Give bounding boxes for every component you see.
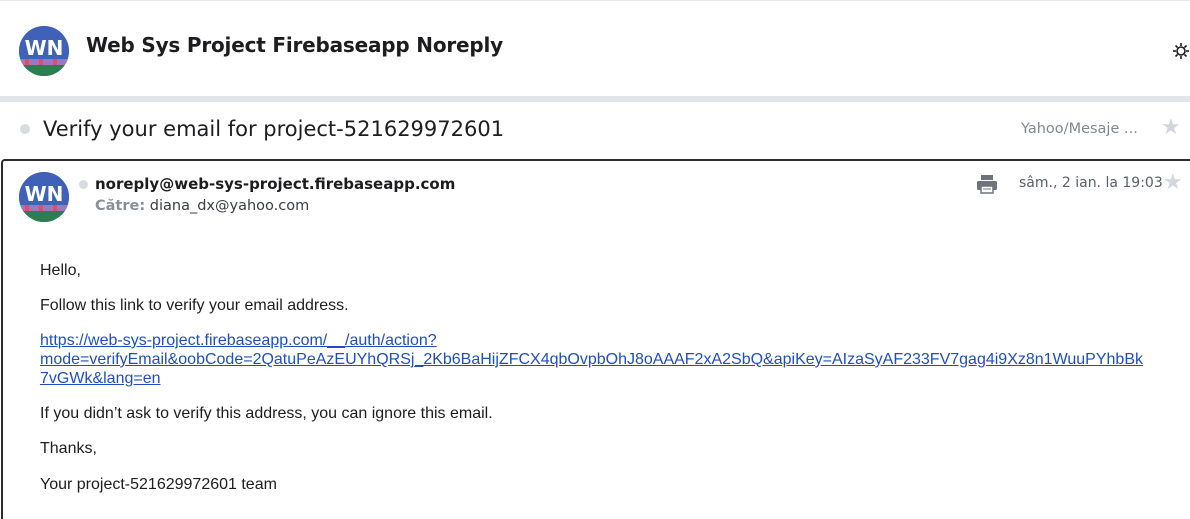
unread-dot-icon — [20, 124, 30, 134]
sender-email[interactable]: noreply@web-sys-project.firebaseapp.com — [95, 175, 455, 193]
star-icon[interactable]: ★ — [1163, 171, 1183, 193]
thanks-text: Thanks, — [40, 440, 97, 457]
verify-link-line[interactable]: mode=verifyEmail&oobCode=2QatuPeAzEUYhQR… — [40, 351, 1143, 368]
message-date: sâm., 2 ian. la 19:03 — [1019, 175, 1163, 191]
verify-link-line[interactable]: https://web-sys-project.firebaseapp.com/… — [40, 332, 437, 349]
read-status-dot-icon — [79, 180, 88, 189]
subject-row[interactable]: Verify your email for project-5216299726… — [0, 102, 1190, 158]
thread-title: Web Sys Project Firebaseapp Noreply — [86, 33, 503, 57]
signature-text: Your project-521629972601 team — [40, 476, 277, 493]
sender-avatar: WN — [19, 26, 69, 76]
recipient-row: Către: diana_dx@yahoo.com — [95, 198, 309, 214]
folder-label[interactable]: Yahoo/Mesaje ... — [1021, 121, 1138, 137]
verify-link-line[interactable]: 7vGWk&lang=en — [40, 370, 161, 387]
print-icon[interactable] — [976, 173, 998, 195]
avatar-initials: WN — [25, 36, 64, 60]
subject-text: Verify your email for project-5216299726… — [43, 117, 505, 141]
verify-link[interactable]: https://web-sys-project.firebaseapp.com/… — [40, 331, 1180, 388]
ignore-note-text: If you didn’t ask to verify this address… — [40, 405, 493, 422]
instruction-text: Follow this link to verify your email ad… — [40, 297, 349, 314]
thread-header: WN Web Sys Project Firebaseapp Noreply — [0, 0, 1190, 96]
greeting-text: Hello, — [40, 262, 81, 279]
settings-icon[interactable] — [1172, 41, 1190, 61]
avatar-initials: WN — [25, 182, 64, 206]
message-sender-avatar: WN — [19, 172, 69, 222]
to-label: Către: — [95, 198, 146, 214]
star-icon[interactable]: ★ — [1161, 116, 1181, 138]
message-card: WN noreply@web-sys-project.firebaseapp.c… — [1, 159, 1190, 519]
recipient-email[interactable]: diana_dx@yahoo.com — [150, 198, 309, 214]
